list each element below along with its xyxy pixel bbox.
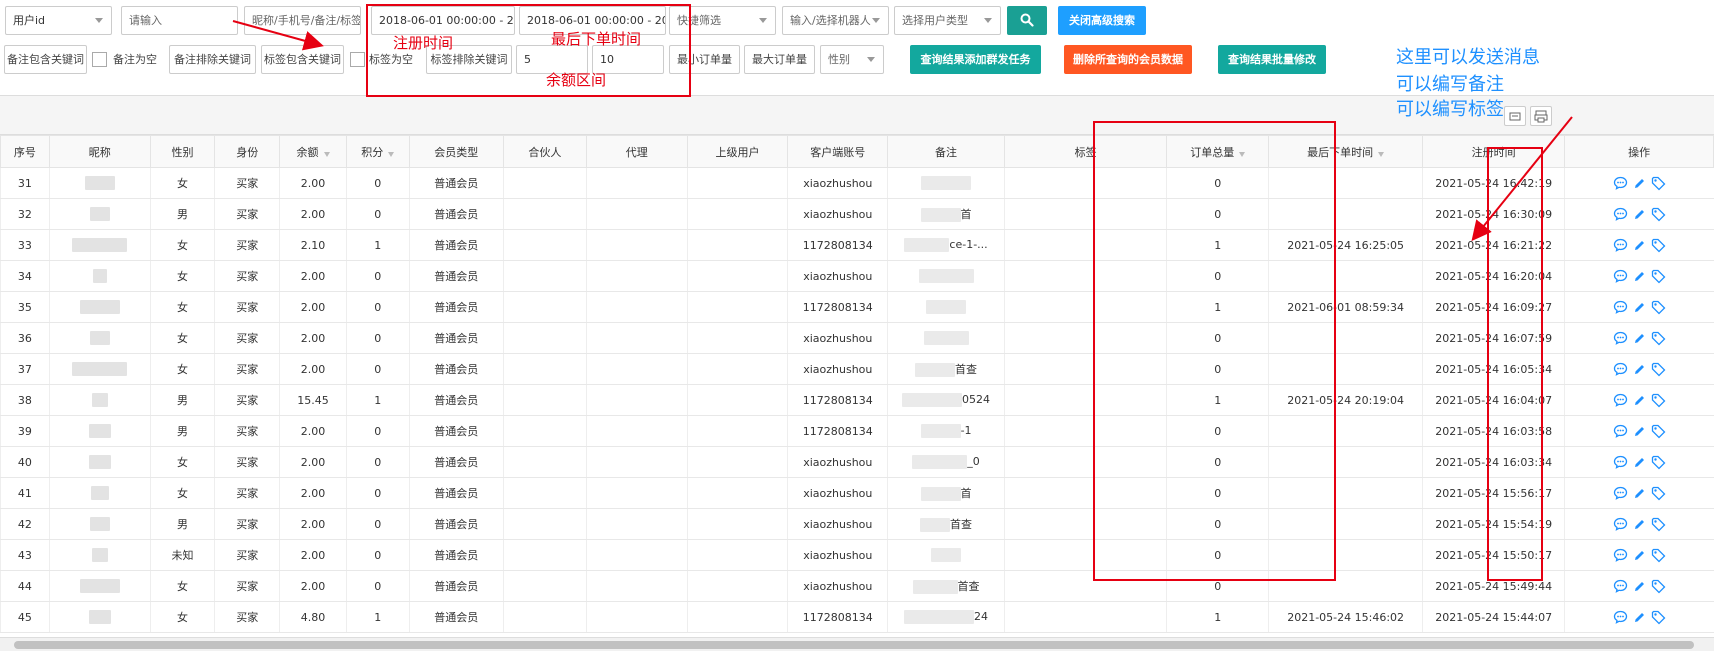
scrollbar-thumb[interactable] [14,641,1694,649]
annotation-send-message: 这里可以发送消息 [1396,47,1540,68]
annotation-last-order-time: 最后下单时间 [551,30,642,48]
annotation-balance-range: 余额区间 [546,71,607,89]
annotation-edit-tag: 可以编写标签 [1396,99,1504,120]
annotation-register-time: 注册时间 [393,34,454,52]
annotation-edit-note: 可以编写备注 [1396,74,1504,95]
horizontal-scrollbar[interactable] [0,637,1714,651]
